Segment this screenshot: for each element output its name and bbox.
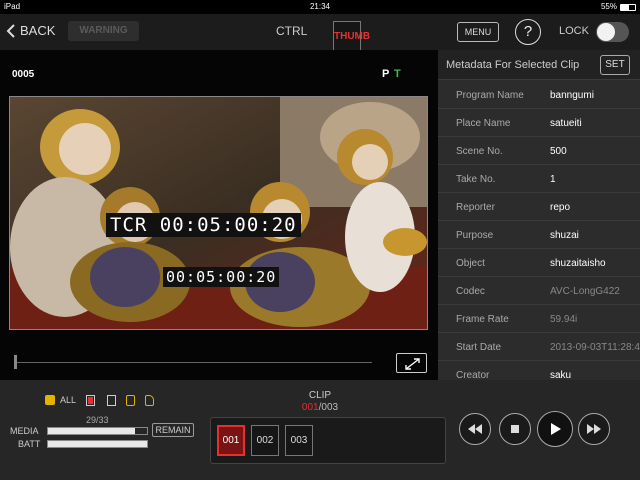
metadata-key: Program Name bbox=[456, 90, 524, 101]
metadata-key: Scene No. bbox=[456, 146, 503, 157]
back-button[interactable]: BACK bbox=[6, 23, 55, 38]
media-remaining-bar bbox=[47, 427, 148, 435]
metadata-row: Take No. 1 bbox=[438, 165, 640, 193]
warning-button[interactable]: WARNING bbox=[68, 21, 139, 41]
metadata-row: Creator saku bbox=[438, 361, 640, 380]
battery-status: 55% bbox=[601, 0, 636, 14]
menu-button[interactable]: MENU bbox=[457, 22, 499, 42]
status-clock: 21:34 bbox=[309, 2, 331, 11]
tcr-timecode-overlay: TCR 00:05:00:20 bbox=[106, 213, 301, 237]
tab-thumb[interactable]: THUMB bbox=[333, 21, 370, 52]
metadata-key: Start Date bbox=[456, 342, 502, 353]
metadata-value: shuzai bbox=[550, 230, 579, 241]
toggle-knob bbox=[597, 23, 615, 41]
help-button[interactable]: ? bbox=[515, 19, 541, 45]
marked-clip-filter-icon[interactable] bbox=[86, 395, 95, 406]
fast-forward-button[interactable] bbox=[578, 413, 610, 445]
metadata-row: Scene No. 500 bbox=[438, 137, 640, 165]
chevron-left-icon bbox=[6, 23, 15, 38]
fast-forward-icon bbox=[587, 424, 601, 434]
top-bar: BACK WARNING CTRL THUMB MENU ? LOCK bbox=[0, 14, 640, 52]
clip-current: 001 bbox=[301, 402, 319, 413]
metadata-row: Start Date 2013-09-03T11:28:49+09:00 bbox=[438, 333, 640, 361]
batt-label: BATT bbox=[18, 439, 41, 449]
bottom-panel: ALL 29/33 MEDIA BATT REMAIN CLIP 001/003… bbox=[0, 380, 640, 480]
metadata-row: Frame Rate 59.94i bbox=[438, 305, 640, 333]
metadata-panel: Metadata For Selected Clip SET Program N… bbox=[438, 50, 640, 380]
battery-icon bbox=[620, 3, 636, 11]
lock-toggle[interactable] bbox=[596, 22, 629, 42]
remain-button[interactable]: REMAIN bbox=[152, 423, 194, 437]
play-button[interactable] bbox=[537, 411, 573, 447]
media-label: MEDIA bbox=[10, 426, 39, 436]
metadata-value: banngumi bbox=[550, 90, 594, 101]
battery-percent: 55% bbox=[600, 2, 617, 11]
thumbnail-strip: 001 002 003 bbox=[210, 417, 446, 464]
metadata-row: Codec AVC-LongG422 bbox=[438, 277, 640, 305]
clip-label: CLIP bbox=[308, 390, 332, 401]
metadata-key: Place Name bbox=[456, 118, 511, 129]
metadata-value: AVC-LongG422 bbox=[550, 286, 620, 297]
clip-number: 0005 bbox=[12, 69, 35, 80]
metadata-value: 1 bbox=[550, 174, 556, 185]
metadata-value: saku bbox=[550, 370, 572, 380]
lock-label: LOCK bbox=[559, 25, 589, 37]
proxy-flag: P bbox=[382, 68, 390, 80]
metadata-value: 500 bbox=[550, 146, 567, 157]
metadata-value: 59.94i bbox=[550, 314, 578, 325]
battery-remaining-bar bbox=[47, 440, 148, 448]
stop-icon bbox=[511, 425, 519, 433]
metadata-value: shuzaitaisho bbox=[550, 258, 606, 269]
unmarked-clip-filter-icon[interactable] bbox=[107, 395, 116, 406]
thumbnail-item[interactable]: 001 bbox=[217, 425, 245, 456]
metadata-value: satueiti bbox=[550, 118, 582, 129]
text-memo-flag: T bbox=[394, 68, 401, 80]
clip-total: /003 bbox=[318, 402, 339, 413]
rewind-icon bbox=[468, 424, 482, 434]
metadata-row: Place Name satueiti bbox=[438, 109, 640, 137]
metadata-key: Creator bbox=[456, 370, 490, 380]
card-slot-1-filter-icon[interactable] bbox=[126, 395, 135, 406]
metadata-title: Metadata For Selected Clip bbox=[446, 59, 580, 71]
set-button[interactable]: SET bbox=[600, 55, 630, 75]
timecode-overlay: 00:05:00:20 bbox=[163, 267, 280, 287]
metadata-key: Take No. bbox=[456, 174, 496, 185]
thumbnail-item[interactable]: 002 bbox=[251, 425, 279, 456]
tab-ctrl[interactable]: CTRL bbox=[276, 24, 307, 38]
rewind-button[interactable] bbox=[459, 413, 491, 445]
metadata-key: Purpose bbox=[456, 230, 494, 241]
metadata-key: Object bbox=[456, 258, 485, 269]
fullscreen-button[interactable] bbox=[396, 353, 427, 373]
metadata-key: Reporter bbox=[456, 202, 495, 213]
metadata-row: Object shuzaitaisho bbox=[438, 249, 640, 277]
metadata-list: Program Name banngumi Place Name satueiti … bbox=[438, 81, 640, 380]
video-frame[interactable]: TCR 00:05:00:20 00:05:00:20 bbox=[9, 96, 428, 330]
all-filter-label[interactable]: ALL bbox=[60, 395, 76, 405]
play-icon bbox=[551, 423, 561, 435]
clip-count: 29/33 bbox=[86, 415, 109, 425]
metadata-key: Codec bbox=[456, 286, 485, 297]
expand-icon bbox=[405, 358, 420, 370]
thumbnail-item[interactable]: 003 bbox=[285, 425, 313, 456]
metadata-header: Metadata For Selected Clip SET bbox=[438, 50, 640, 80]
metadata-row: Reporter repo bbox=[438, 193, 640, 221]
metadata-value: repo bbox=[550, 202, 571, 213]
stop-button[interactable] bbox=[499, 413, 531, 445]
metadata-key: Frame Rate bbox=[456, 314, 509, 325]
clip-viewer: 0005 P T TCR 00:05:00:20 00:05:00:20 bbox=[0, 50, 438, 380]
metadata-value: 2013-09-03T11:28:49+09:00 bbox=[550, 342, 640, 353]
seek-bar[interactable] bbox=[15, 362, 372, 363]
metadata-row: Program Name banngumi bbox=[438, 81, 640, 109]
seek-handle[interactable] bbox=[14, 355, 17, 369]
metadata-row: Purpose shuzai bbox=[438, 221, 640, 249]
back-label: BACK bbox=[20, 23, 56, 38]
card-slot-2-filter-icon[interactable] bbox=[145, 395, 154, 406]
ios-status-bar: iPad 21:34 55% bbox=[0, 0, 640, 14]
all-clips-filter-icon[interactable] bbox=[45, 395, 55, 405]
clip-counter: 001/003 bbox=[290, 402, 350, 413]
